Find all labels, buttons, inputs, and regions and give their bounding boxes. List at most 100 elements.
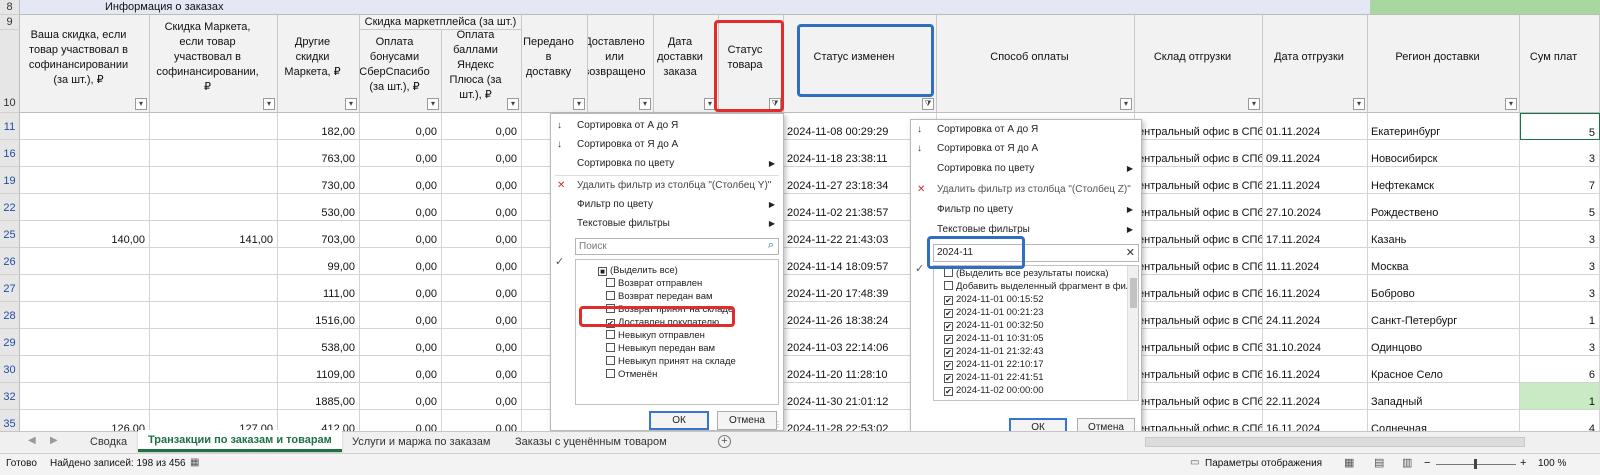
table-cell[interactable]: ентральный офис в СПб [1135,167,1263,194]
table-cell[interactable]: 0,00 [360,221,442,248]
table-cell[interactable] [20,302,150,329]
filter-value-item[interactable]: ✔ 2024-11-01 00:15:52 [934,293,1126,306]
zoom-out-icon[interactable]: − [1424,457,1430,469]
row-header-9[interactable]: 9 [0,15,20,30]
row-header[interactable]: 32 [0,383,20,410]
table-cell[interactable]: 0,00 [360,167,442,194]
table-cell[interactable]: 1516,00 [278,302,360,329]
table-cell[interactable]: 11.11.2024 [1263,248,1368,275]
filter-value-item[interactable]: Возврат отправлен [576,277,778,290]
sort-za-item[interactable]: ↓ Сортировка от Я до А [551,135,783,154]
table-cell[interactable]: 16.11.2024 [1263,275,1368,302]
filter-value-item[interactable]: ■ (Выделить все) [576,264,778,277]
filter-value-item[interactable]: ✔ 2024-11-01 21:32:43 [934,345,1126,358]
table-cell[interactable] [20,383,150,410]
table-cell[interactable] [20,113,150,140]
table-cell[interactable] [150,302,278,329]
filter-dropdown-icon[interactable]: ▾ [639,98,651,110]
clear-filter-item[interactable]: ✕ Удалить фильтр из столбца "(Столбец Y)" [551,176,783,195]
table-cell[interactable]: 0,00 [442,356,522,383]
table-cell[interactable] [20,167,150,194]
table-cell[interactable] [20,194,150,221]
checked-checkbox-icon[interactable]: ✔ [944,322,953,331]
filter-dropdown-icon[interactable]: ▾ [1353,98,1365,110]
table-cell[interactable]: 140,00 [20,221,150,248]
table-cell[interactable]: 111,00 [278,275,360,302]
search-input[interactable]: 2024-11 [937,247,973,258]
table-cell[interactable] [20,140,150,167]
filter-value-item[interactable]: Невыкуп передан вам [576,342,778,355]
checkbox-icon[interactable]: ■ [598,267,607,276]
checkbox-icon[interactable] [606,304,615,313]
table-cell[interactable]: Казань [1368,221,1520,248]
table-cell[interactable] [150,383,278,410]
zoom-in-icon[interactable]: + [1520,457,1526,469]
row-header[interactable]: 27 [0,275,20,302]
table-cell[interactable] [150,140,278,167]
active-filter-icon[interactable]: ⧩ [769,98,781,110]
table-cell[interactable]: 141,00 [150,221,278,248]
sort-az-item[interactable]: ↓ Сортировка от А до Я [911,120,1141,139]
table-cell[interactable] [20,329,150,356]
filter-dropdown-icon[interactable]: ▾ [573,98,585,110]
table-cell[interactable]: 0,00 [442,194,522,221]
filter-dropdown-icon[interactable]: ▾ [135,98,147,110]
row-header[interactable]: 29 [0,329,20,356]
tab-services[interactable]: Услуги и маржа по заказам [342,432,500,452]
table-cell[interactable]: ентральный офис в СПб [1135,194,1263,221]
row-header[interactable]: 28 [0,302,20,329]
filter-value-item[interactable]: Невыкуп принят на складе [576,355,778,368]
display-settings-icon[interactable]: ▭ [1190,457,1199,468]
table-cell[interactable]: 09.11.2024 [1263,140,1368,167]
table-cell[interactable]: 0,00 [360,248,442,275]
sort-color-item[interactable]: Сортировка по цвету ▶ [911,159,1141,178]
table-cell[interactable]: Новосибирск [1368,140,1520,167]
filter-value-item[interactable]: Отменён [576,368,778,381]
filter-value-item[interactable]: (Выделить все результаты поиска) [934,267,1126,280]
filter-color-item[interactable]: Фильтр по цвету ▶ [911,200,1141,219]
table-cell[interactable]: ентральный офис в СПб [1135,275,1263,302]
resize-grip-icon[interactable]: ⋮ [774,420,782,429]
checkbox-icon[interactable] [606,343,615,352]
table-cell[interactable]: 530,00 [278,194,360,221]
table-cell[interactable]: Рождествено [1368,194,1520,221]
checked-checkbox-icon[interactable]: ✔ [944,361,953,370]
zoom-slider-thumb[interactable] [1474,459,1477,469]
column-header-13[interactable]: Регион доставки [1368,15,1520,113]
table-cell[interactable]: 6 [1520,356,1600,383]
table-cell[interactable]: 24.11.2024 [1263,302,1368,329]
checkbox-icon[interactable] [606,291,615,300]
checked-checkbox-icon[interactable]: ✔ [606,319,615,328]
table-cell[interactable]: 3 [1520,140,1600,167]
row-header[interactable]: 30 [0,356,20,383]
clear-search-icon[interactable]: ✕ [1126,246,1135,259]
row-header[interactable]: 25 [0,221,20,248]
table-cell[interactable]: 3 [1520,221,1600,248]
table-cell[interactable]: Москва [1368,248,1520,275]
table-cell[interactable]: 21.11.2024 [1263,167,1368,194]
table-cell[interactable] [150,113,278,140]
table-cell[interactable]: ентральный офис в СПб [1135,248,1263,275]
table-cell[interactable]: 1885,00 [278,383,360,410]
table-cell[interactable]: Одинцово [1368,329,1520,356]
table-cell[interactable] [20,248,150,275]
page-break-icon[interactable]: ▥ [1402,456,1412,469]
table-cell[interactable]: 3 [1520,275,1600,302]
table-cell[interactable]: Красное Село [1368,356,1520,383]
table-cell[interactable]: 0,00 [360,194,442,221]
table-cell[interactable] [150,275,278,302]
cancel-button[interactable]: Отмена [717,411,777,430]
table-cell[interactable]: 0,00 [360,275,442,302]
add-sheet-icon[interactable]: + [718,435,731,448]
table-cell[interactable]: 0,00 [442,221,522,248]
table-cell[interactable] [150,248,278,275]
checkbox-icon[interactable] [606,369,615,378]
table-cell[interactable]: 182,00 [278,113,360,140]
table-cell[interactable]: 22.11.2024 [1263,383,1368,410]
checked-checkbox-icon[interactable]: ✔ [944,348,953,357]
table-cell[interactable]: 763,00 [278,140,360,167]
tab-transactions[interactable]: Транзакции по заказам и товарам [138,430,342,452]
table-cell[interactable]: Санкт-Петербург [1368,302,1520,329]
filter-value-item[interactable]: ✔ Доставлен покупателю [576,316,778,329]
table-cell[interactable]: Екатеринбург [1368,113,1520,140]
